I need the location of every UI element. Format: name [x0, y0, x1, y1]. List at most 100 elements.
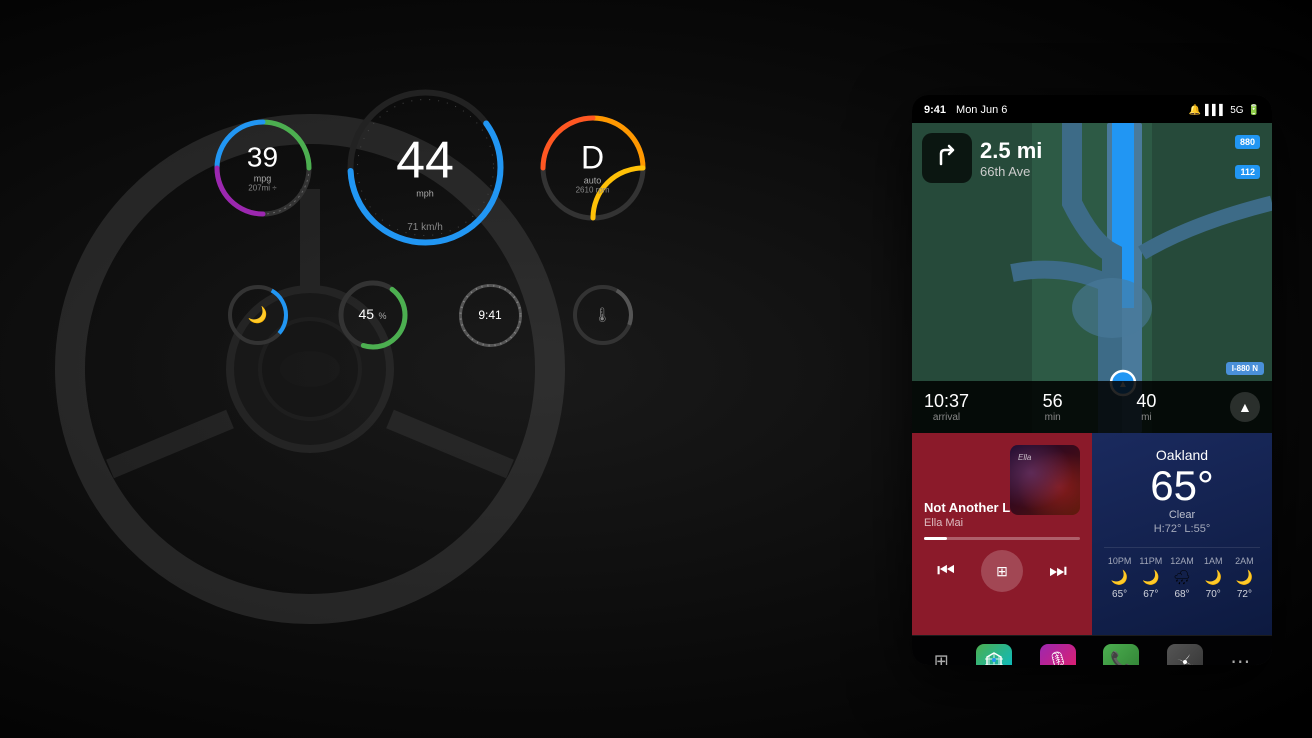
hour-temp: 70° — [1198, 589, 1229, 600]
weather-hi-lo: H:72° L:55° — [1104, 523, 1260, 535]
weather-hour-item: 12AM 🌧 68° — [1166, 556, 1197, 600]
eta-arrival: 10:37 arrival — [924, 391, 969, 423]
podcasts-app-icon[interactable]: 🎙 — [1040, 644, 1076, 666]
maps-app-icon[interactable] — [976, 644, 1012, 666]
grid-button[interactable]: ⊞ — [981, 550, 1023, 592]
status-icons: 🔔 ▌▌▌ 5G 🔋 — [1188, 105, 1260, 116]
status-date: Mon Jun 6 — [956, 104, 1007, 116]
music-artist-name: Ella Mai — [924, 517, 1080, 529]
hour-time: 2AM — [1229, 556, 1260, 566]
right-sub-gauge: 🌡 — [568, 280, 638, 350]
bell-icon: 🔔 — [1188, 105, 1200, 116]
eta-bar: 10:37 arrival 56 min 40 mi ▲ — [912, 381, 1272, 433]
mpg-value: 39 — [247, 141, 278, 172]
battery-icon: 🔋 — [1248, 105, 1260, 116]
eta-miles: 40 mi — [1136, 391, 1156, 423]
nav-distance: 2.5 mi — [980, 138, 1042, 164]
eta-minutes: 56 min — [1043, 391, 1063, 423]
battery-value: 45 — [358, 306, 374, 322]
nav-info: 2.5 mi 66th Ave — [980, 138, 1042, 179]
gear-rpm: 2610 rpm — [576, 185, 610, 194]
hour-icon: 🌙 — [1198, 569, 1229, 586]
hour-icon: 🌙 — [1135, 569, 1166, 586]
hour-temp: 67° — [1135, 589, 1166, 600]
carplay-panel: 9:41 Mon Jun 6 🔔 ▌▌▌ 5G 🔋 — [912, 95, 1272, 665]
nav-arrow — [922, 133, 972, 183]
album-art: Ella — [1010, 445, 1080, 515]
weather-city: Oakland — [1104, 447, 1260, 463]
highway-badge-112: 112 — [1235, 165, 1260, 179]
hour-time: 11PM — [1135, 556, 1166, 566]
turn-arrow-icon — [933, 144, 961, 172]
gear-gauge: D auto 2610 rpm — [533, 108, 653, 228]
dashboard-cluster: 39 mpg 207mi ÷ 44 mph 71 km/h — [130, 80, 730, 400]
podcasts-icon-symbol: 🎙 — [1046, 651, 1069, 665]
eta-mi-label: mi — [1136, 412, 1156, 423]
weather-low: 55° — [1194, 523, 1211, 535]
hour-time: 1AM — [1198, 556, 1229, 566]
weather-card[interactable]: Oakland 65° Clear H:72° L:55° 10PM 🌙 65°… — [1092, 433, 1272, 635]
left-sub-gauge: 🌙 — [223, 280, 293, 350]
music-progress-bar — [924, 537, 1080, 540]
weather-temp: 65° — [1104, 463, 1260, 509]
music-card[interactable]: Ella Not Another Love Song Ella Mai ⏮ ⊞ … — [912, 433, 1092, 635]
hour-icon: 🌙 — [1104, 569, 1135, 586]
network-type: 5G — [1230, 105, 1243, 116]
maps-section[interactable]: ▲ 880 112 I-880 N 2.5 mi 66th Ave 10:37 … — [912, 123, 1272, 433]
nav-street: 66th Ave — [980, 164, 1042, 179]
hour-temp: 68° — [1166, 589, 1197, 600]
hour-temp: 65° — [1104, 589, 1135, 600]
eta-time: 10:37 — [924, 391, 969, 412]
speed-unit: mph — [396, 188, 454, 198]
nav-arrow-box: 2.5 mi 66th Ave — [922, 133, 1042, 183]
more-options-button[interactable]: ⋯ — [1230, 649, 1250, 665]
hour-time: 12AM — [1166, 556, 1197, 566]
signal-icon: ▌▌▌ — [1205, 105, 1226, 116]
weather-hour-item: 10PM 🌙 65° — [1104, 556, 1135, 600]
maps-icon-graphic — [983, 651, 1005, 666]
hour-temp: 72° — [1229, 589, 1260, 600]
weather-hour-item: 2AM 🌙 72° — [1229, 556, 1260, 600]
hour-time: 10PM — [1104, 556, 1135, 566]
status-bar: 9:41 Mon Jun 6 🔔 ▌▌▌ 5G 🔋 — [912, 95, 1272, 123]
mpg-unit: mpg — [247, 173, 278, 183]
hour-icon: 🌧 — [1166, 569, 1197, 586]
eta-min-value: 56 — [1043, 391, 1063, 412]
speed-value: 44 — [396, 134, 454, 186]
phone-app-icon[interactable]: 📞 — [1103, 644, 1139, 666]
time-value: 9:41 — [478, 308, 501, 322]
weather-hourly: 10PM 🌙 65° 11PM 🌙 67° 12AM 🌧 68° 1AM 🌙 7… — [1104, 547, 1260, 600]
next-track-button[interactable]: ⏭ — [1040, 553, 1076, 589]
highway-badge-880: 880 — [1235, 135, 1260, 149]
home-grid-button[interactable]: ⊞ — [934, 651, 949, 665]
prev-track-button[interactable]: ⏮ — [928, 553, 964, 589]
mpg-gauge: 39 mpg 207mi ÷ — [208, 113, 318, 223]
status-time: 9:41 — [924, 104, 946, 116]
battery-pct: % — [379, 311, 387, 321]
weather-condition: Clear — [1104, 509, 1260, 521]
hour-icon: 🌙 — [1229, 569, 1260, 586]
bottom-cards: Ella Not Another Love Song Ella Mai ⏮ ⊞ … — [912, 433, 1272, 635]
mpg-sub: 207mi ÷ — [247, 183, 278, 192]
time-gauge: 9:41 — [453, 278, 528, 353]
music-controls: ⏮ ⊞ ⏭ — [924, 550, 1080, 592]
dock-bar: ⊞ 🎙 📞 ⋯ — [912, 635, 1272, 665]
eta-expand-button[interactable]: ▲ — [1230, 392, 1260, 422]
weather-hour-item: 11PM 🌙 67° — [1135, 556, 1166, 600]
weather-high: 72° — [1165, 523, 1182, 535]
climate-app-icon[interactable] — [1167, 644, 1203, 666]
eta-mi-value: 40 — [1136, 391, 1156, 412]
gear-value: D — [581, 139, 604, 175]
music-progress-fill — [924, 537, 947, 540]
phone-icon-symbol: 📞 — [1110, 651, 1132, 665]
gear-sub: auto — [576, 175, 610, 185]
highway-badge-i880n: I-880 N — [1226, 362, 1264, 375]
eta-min-label: min — [1043, 412, 1063, 423]
speed-kmh: 71 km/h — [407, 222, 443, 233]
fan-icon-graphic — [1174, 651, 1196, 666]
artist-signature: Ella — [1018, 453, 1031, 462]
eta-arrival-label: arrival — [924, 412, 969, 423]
speed-gauge: 44 mph 71 km/h — [338, 80, 513, 255]
weather-hour-item: 1AM 🌙 70° — [1198, 556, 1229, 600]
battery-gauge: 45 % — [333, 275, 413, 355]
